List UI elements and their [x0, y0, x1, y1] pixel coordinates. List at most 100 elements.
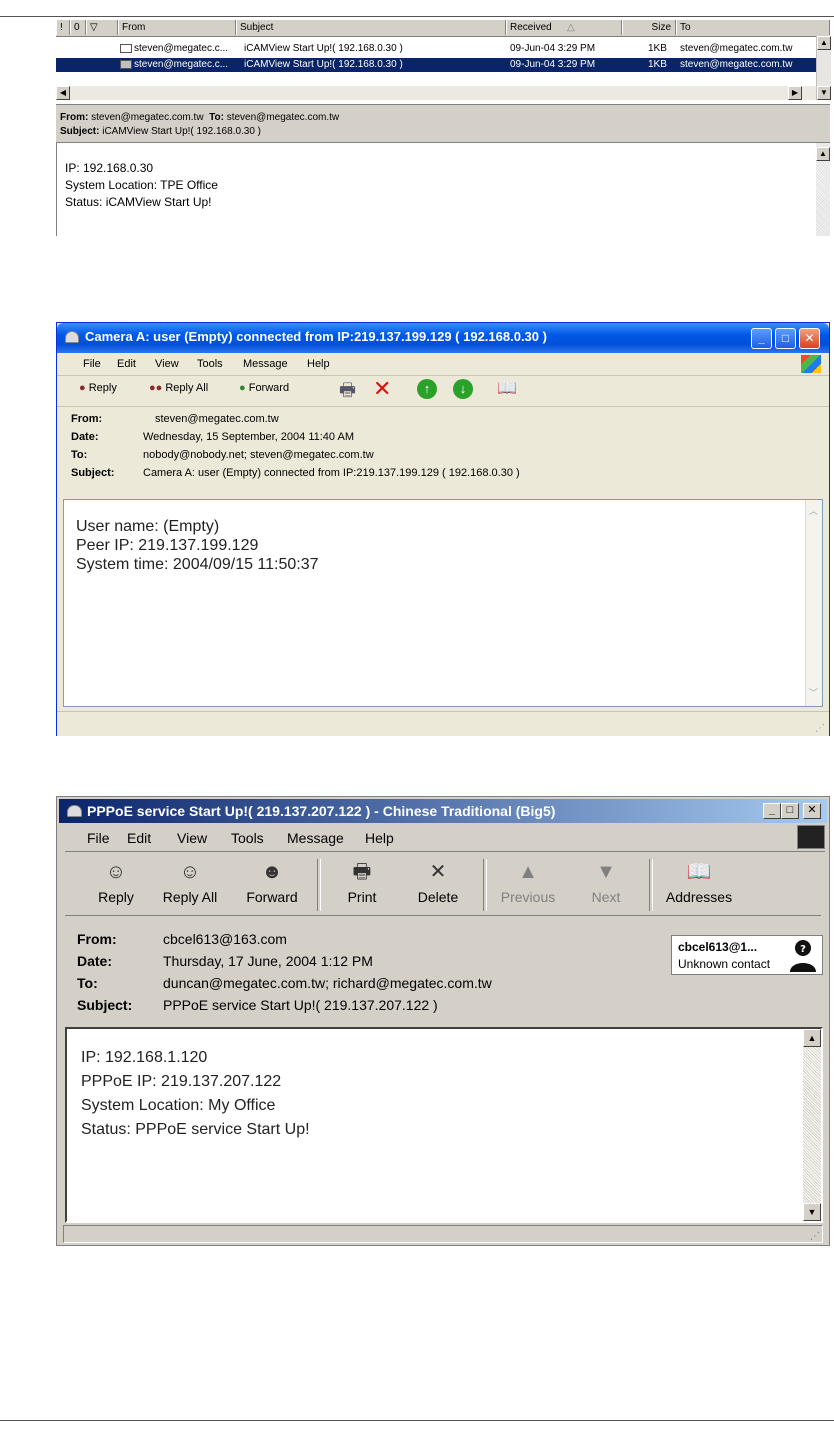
- preview-body[interactable]: IP: 192.168.0.30 System Location: TPE Of…: [56, 143, 817, 236]
- resize-grip-icon[interactable]: ⋰: [815, 723, 825, 734]
- maximize-button[interactable]: □: [781, 803, 799, 819]
- reply-label: Reply: [88, 382, 117, 394]
- print-button[interactable]: 🖶 Print: [327, 859, 397, 905]
- contact-status: Unknown contact: [678, 957, 771, 971]
- menu-message[interactable]: Message: [243, 358, 288, 370]
- row-received: 09-Jun-04 3:29 PM: [510, 43, 596, 54]
- column-received[interactable]: Received △: [506, 20, 622, 35]
- contact-name: cbcel613@1...: [678, 940, 758, 954]
- forward-button[interactable]: ☻ Forward: [237, 859, 307, 905]
- scroll-up-icon[interactable]: ︿: [809, 504, 818, 517]
- forward-icon: ☻: [261, 861, 283, 883]
- reply-button[interactable]: ☺ Reply: [81, 859, 151, 905]
- body-line: System Location: My Office: [81, 1097, 276, 1114]
- menu-view[interactable]: View: [155, 358, 179, 370]
- read-envelope-icon: [120, 44, 132, 53]
- preview-body-line: System Location: TPE Office: [65, 178, 218, 192]
- resize-grip-icon[interactable]: ⋰: [810, 1231, 820, 1242]
- addresses-button[interactable]: 📖 Addresses: [659, 859, 739, 905]
- forward-icon: ●: [239, 382, 246, 394]
- menu-file[interactable]: File: [83, 358, 101, 370]
- body-scrollbar[interactable]: ︿ ﹀: [805, 500, 822, 706]
- row-from: steven@megatec.c...: [134, 43, 229, 54]
- title-bar[interactable]: PPPoE service Start Up!( 219.137.207.122…: [59, 799, 827, 823]
- row-subject: iCAMView Start Up!( 192.168.0.30 ): [244, 43, 403, 54]
- column-size[interactable]: Size: [622, 20, 676, 35]
- address-book-icon[interactable]: 📖: [497, 378, 517, 398]
- preview-from-value: steven@megatec.com.tw: [91, 112, 204, 123]
- reply-all-button[interactable]: ●● Reply All: [149, 382, 208, 394]
- row-received: 09-Jun-04 3:29 PM: [510, 59, 596, 70]
- row-to: steven@megatec.com.tw: [680, 59, 793, 70]
- delete-button[interactable]: ✕ Delete: [403, 859, 473, 905]
- column-flag[interactable]: ▽: [86, 20, 118, 35]
- menu-help[interactable]: Help: [307, 358, 330, 370]
- minimize-button[interactable]: _: [763, 803, 781, 819]
- preview-from-label: From:: [60, 112, 89, 123]
- scroll-right-icon[interactable]: ▶: [788, 86, 802, 100]
- minimize-button[interactable]: _: [751, 328, 772, 349]
- scroll-up-icon[interactable]: ▲: [816, 147, 830, 161]
- delete-icon[interactable]: ✕: [373, 376, 391, 402]
- message-row-selected[interactable]: steven@megatec.c... iCAMView Start Up!( …: [56, 58, 816, 72]
- next-arrow-icon[interactable]: ↓: [453, 379, 473, 399]
- menu-edit[interactable]: Edit: [127, 830, 151, 846]
- scroll-down-icon[interactable]: ﹀: [809, 686, 818, 699]
- to-label: To:: [77, 975, 98, 991]
- maximize-button[interactable]: □: [775, 328, 796, 349]
- reply-icon: ●: [79, 382, 86, 394]
- delete-icon: ✕: [429, 861, 447, 883]
- message-body[interactable]: User name: (Empty) Peer IP: 219.137.199.…: [63, 499, 823, 707]
- scroll-left-icon[interactable]: ◀: [56, 86, 70, 100]
- print-icon[interactable]: 🖶: [339, 378, 356, 408]
- message-list-pane: ! 0 ▽ From Subject Received △ Size To ste…: [56, 20, 831, 236]
- menu-file[interactable]: File: [87, 830, 110, 846]
- scroll-up-icon[interactable]: ▲: [803, 1029, 821, 1047]
- column-attachment[interactable]: 0: [70, 20, 86, 35]
- body-line: User name: (Empty): [76, 518, 220, 535]
- reply-all-label: Reply All: [162, 889, 218, 905]
- status-bar: ⋰: [57, 711, 829, 736]
- window-title: PPPoE service Start Up!( 219.137.207.122…: [87, 803, 556, 819]
- date-label: Date:: [71, 431, 99, 443]
- column-from[interactable]: From: [118, 20, 236, 35]
- body-scrollbar[interactable]: ▲ ▼: [803, 1029, 821, 1221]
- message-row[interactable]: steven@megatec.c... iCAMView Start Up!( …: [56, 42, 816, 56]
- row-size: 1KB: [648, 59, 667, 70]
- previous-button[interactable]: ▲ Previous: [493, 859, 563, 905]
- column-to[interactable]: To: [676, 20, 830, 35]
- message-body[interactable]: IP: 192.168.1.120 PPPoE IP: 219.137.207.…: [65, 1027, 823, 1223]
- title-bar[interactable]: Camera A: user (Empty) connected from IP…: [57, 323, 829, 353]
- body-line: PPPoE IP: 219.137.207.122: [81, 1073, 282, 1090]
- address-book-icon: 📖: [686, 861, 712, 883]
- scroll-down-icon[interactable]: ▼: [803, 1203, 821, 1221]
- reply-all-button[interactable]: ☺ Reply All: [155, 859, 225, 905]
- menu-edit[interactable]: Edit: [117, 358, 136, 370]
- menu-view[interactable]: View: [177, 830, 207, 846]
- close-button[interactable]: ✕: [799, 328, 820, 349]
- body-line: Peer IP: 219.137.199.129: [76, 537, 259, 554]
- list-vertical-scrollbar[interactable]: ▲ ▼: [816, 36, 831, 100]
- next-button[interactable]: ▼ Next: [571, 859, 641, 905]
- forward-button[interactable]: ● Forward: [239, 382, 289, 394]
- preview-body-line: IP: 192.168.0.30: [65, 161, 154, 175]
- menu-help[interactable]: Help: [365, 830, 394, 846]
- scroll-up-icon[interactable]: ▲: [817, 36, 831, 50]
- previous-arrow-icon[interactable]: ↑: [417, 379, 437, 399]
- status-bar: ⋰: [63, 1225, 823, 1243]
- list-horizontal-scrollbar[interactable]: ◀ ▶: [56, 86, 816, 100]
- column-subject[interactable]: Subject: [236, 20, 506, 35]
- date-value: Wednesday, 15 September, 2004 11:40 AM: [143, 431, 354, 443]
- to-label: To:: [71, 449, 88, 461]
- menu-tools[interactable]: Tools: [197, 358, 223, 370]
- menu-message[interactable]: Message: [287, 830, 344, 846]
- menu-tools[interactable]: Tools: [231, 830, 264, 846]
- from-label: From:: [77, 931, 117, 947]
- close-button[interactable]: ✕: [803, 803, 821, 819]
- preview-scrollbar[interactable]: ▲: [816, 143, 830, 236]
- column-importance[interactable]: !: [56, 20, 70, 35]
- reply-button[interactable]: ● Reply: [79, 382, 117, 394]
- contact-card[interactable]: cbcel613@1... Unknown contact ?: [671, 935, 823, 975]
- scroll-down-icon[interactable]: ▼: [817, 86, 831, 100]
- date-label: Date:: [77, 953, 113, 969]
